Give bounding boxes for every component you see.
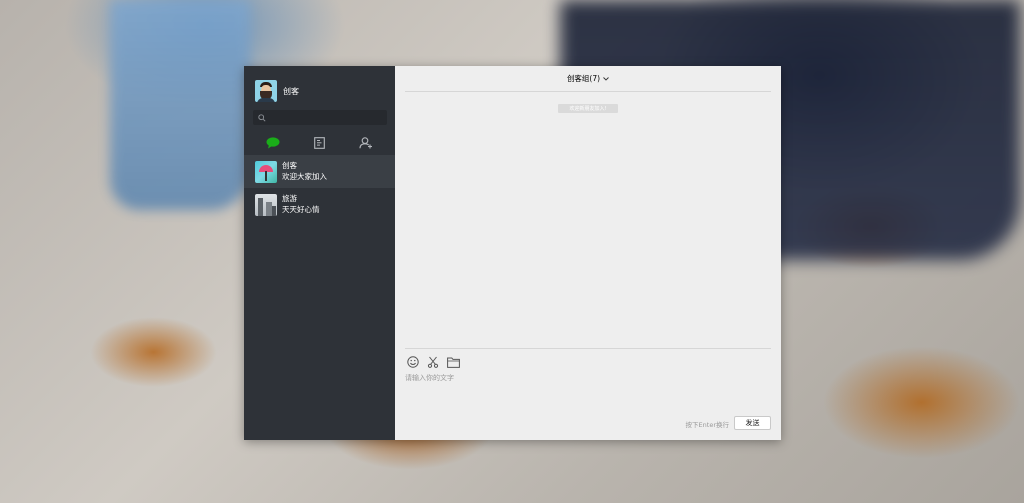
sidebar: 创客 创客 欢迎大家加入 旅游 天天好心情 — [244, 66, 395, 440]
search-icon — [258, 113, 266, 122]
search-box — [253, 110, 387, 125]
profile-header: 创客 — [244, 66, 395, 106]
folder-icon — [446, 357, 460, 368]
chat-avatar — [255, 193, 277, 216]
compose-toolbar — [406, 355, 460, 369]
search-input[interactable] — [270, 113, 387, 122]
tab-add-friend[interactable] — [356, 135, 376, 151]
chat-last-message: 欢迎大家加入 — [282, 172, 327, 181]
chat-list: 创客 欢迎大家加入 旅游 天天好心情 — [244, 155, 395, 221]
background-jeans-left — [110, 0, 250, 210]
profile-name: 创客 — [283, 86, 299, 96]
system-message: 欢迎新朋友加入! — [558, 104, 618, 113]
compose-divider — [405, 348, 771, 349]
tab-chats[interactable] — [263, 135, 283, 151]
message-input[interactable] — [405, 373, 765, 413]
chat-title: 创客组(7) — [566, 74, 601, 83]
chat-avatar — [255, 160, 277, 183]
chat-window: 创客 创客 欢迎大家加入 旅游 天天好心情 创客组(7) 欢迎新朋友加入! 请输… — [244, 66, 781, 440]
chat-last-message: 天天好心情 — [282, 205, 320, 214]
send-button[interactable]: 发送 — [734, 416, 771, 430]
add-user-icon — [359, 137, 372, 149]
send-hint: 按下Enter换行 — [685, 421, 729, 429]
screenshot-button[interactable] — [426, 355, 440, 369]
chat-bubble-icon — [266, 137, 280, 149]
chat-name: 旅游 — [282, 194, 297, 203]
chat-title-dropdown[interactable]: 创客组(7) — [567, 73, 609, 84]
chat-panel: 创客组(7) 欢迎新朋友加入! 请输入你的文字 按下Enter换行 发送 — [395, 66, 781, 440]
send-file-button[interactable] — [446, 355, 460, 369]
scissors-icon — [427, 356, 439, 368]
tab-contacts[interactable] — [309, 135, 329, 151]
chat-name: 创客 — [282, 161, 297, 170]
user-avatar[interactable] — [255, 80, 277, 102]
chevron-down-icon — [603, 76, 609, 81]
chat-header: 创客组(7) — [405, 66, 771, 92]
sidebar-tabs — [244, 131, 395, 155]
emoji-icon — [407, 356, 419, 368]
contacts-book-icon — [314, 137, 325, 149]
chat-item-lvyou[interactable]: 旅游 天天好心情 — [244, 188, 395, 221]
chat-item-chuangke[interactable]: 创客 欢迎大家加入 — [244, 155, 395, 188]
emoji-button[interactable] — [406, 355, 420, 369]
